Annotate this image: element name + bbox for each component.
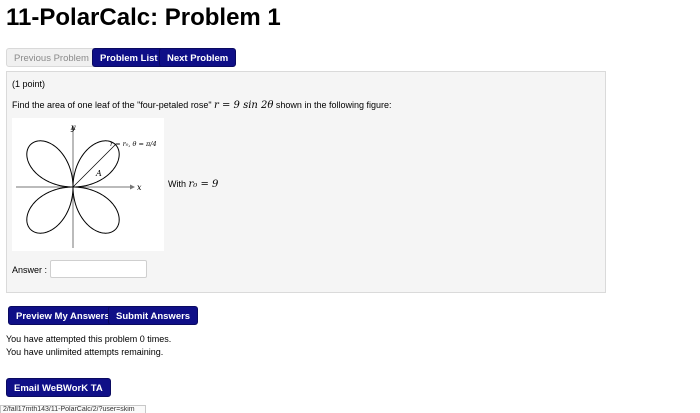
submit-answers-button[interactable]: Submit Answers — [108, 306, 199, 325]
attempts-remaining-text: You have unlimited attempts remaining. — [6, 347, 164, 357]
rose-figure-svg: y x A r = r₀, θ = π/4 — [16, 123, 157, 248]
attempts-count-text: You have attempted this problem 0 times. — [6, 334, 172, 344]
x-axis-label: x — [137, 183, 142, 192]
next-problem-button[interactable]: Next Problem — [159, 48, 237, 67]
problem-list-button[interactable]: Problem List — [92, 48, 166, 67]
statement-formula: r = 9 sin 2θ — [214, 100, 274, 111]
problem-statement: Find the area of one leaf of the "four-p… — [12, 100, 392, 111]
given-formula: r₀ = 9 — [188, 179, 219, 190]
email-ta-button[interactable]: Email WeBWorK TA — [6, 378, 111, 397]
x-axis-arrow — [130, 184, 135, 190]
y-axis-label: y — [70, 123, 76, 132]
problem-points: (1 point) — [12, 79, 46, 89]
given-prefix: With — [168, 179, 189, 189]
curve-label: r = r₀, θ = π/4 — [110, 140, 157, 148]
webwork-problem-page: 11-PolarCalc: Problem 1 Previous Problem… — [0, 0, 700, 413]
rose-figure: y x A r = r₀, θ = π/4 — [12, 118, 164, 251]
page-title: 11-PolarCalc: Problem 1 — [6, 4, 281, 31]
answer-label: Answer : — [12, 265, 48, 275]
statement-suffix: shown in the following figure: — [273, 100, 392, 110]
previous-problem-button[interactable]: Previous Problem — [6, 48, 97, 67]
preview-answers-button[interactable]: Preview My Answers — [8, 306, 118, 325]
pi-over-four-ray — [72, 143, 117, 188]
region-label: A — [95, 169, 102, 178]
answer-input[interactable] — [50, 260, 147, 278]
url-bar: 2/fall17mth143/11-PolarCalc/2/?user=skim — [0, 405, 146, 413]
given-value: With r₀ = 9 — [168, 179, 218, 190]
statement-prefix: Find the area of one leaf of the "four-p… — [12, 100, 215, 110]
